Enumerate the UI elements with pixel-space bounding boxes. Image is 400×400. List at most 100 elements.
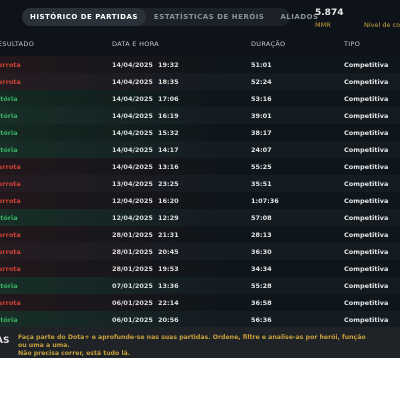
result-cell: errota [0,197,21,205]
date-cell: 14/04/2025 [112,95,153,103]
table-row[interactable]: errota 14/04/2025 19:32 51:01 Competitiva [0,56,400,73]
time-cell: 16:20 [158,197,179,205]
time-cell: 14:17 [158,146,179,154]
type-cell: Competitiva [344,129,389,137]
header-result: ESULTADO [0,40,35,48]
level-label: Nível de co [364,21,400,29]
date-cell: 28/01/2025 [112,248,153,256]
duration-cell: 55:28 [251,282,272,290]
date-cell: 12/04/2025 [112,197,153,205]
date-cell: 12/04/2025 [112,214,153,222]
duration-cell: 34:34 [251,265,272,273]
type-cell: Competitiva [344,61,389,69]
result-cell: errota [0,231,21,239]
type-cell: Competitiva [344,265,389,273]
duration-cell: 36:58 [251,299,272,307]
type-cell: Competitiva [344,163,389,171]
time-cell: 17:06 [158,95,179,103]
type-cell: Competitiva [344,214,389,222]
header-date-time: DATA E HORA [112,40,159,48]
date-cell: 14/04/2025 [112,163,153,171]
date-cell: 06/01/2025 [112,316,153,324]
time-cell: 20:45 [158,248,179,256]
table-row[interactable]: errota 12/04/2025 16:20 1:07:36 Competitiva [0,192,400,209]
time-cell: 19:32 [158,61,179,69]
result-cell: itória [0,95,18,103]
match-list: errota 14/04/2025 19:32 51:01 Competitiva err… [0,56,400,328]
table-row[interactable]: itória 06/01/2025 20:56 56:36 Competitiva [0,311,400,328]
duration-cell: 56:36 [251,316,272,324]
duration-cell: 28:13 [251,231,272,239]
date-cell: 07/01/2025 [112,282,153,290]
duration-cell: 35:51 [251,180,272,188]
banner-line-2: Não precisa correr, está tudo lá. [18,350,131,357]
type-cell: Competitiva [344,299,389,307]
table-row[interactable]: errota 14/04/2025 18:35 52:24 Competitiva [0,73,400,90]
duration-cell: 1:07:36 [251,197,279,205]
date-cell: 13/04/2025 [112,180,153,188]
type-cell: Competitiva [344,180,389,188]
time-cell: 19:53 [158,265,179,273]
result-cell: itória [0,129,18,137]
table-row[interactable]: itória 14/04/2025 15:32 38:17 Competitiva [0,124,400,141]
table-row[interactable]: errota 28/01/2025 20:45 36:30 Competitiva [0,243,400,260]
header-duration: DURAÇÃO [251,40,286,48]
table-row[interactable]: errota 14/04/2025 13:16 55:25 Competitiva [0,158,400,175]
table-row[interactable]: itória 14/04/2025 16:19 39:01 Competitiva [0,107,400,124]
time-cell: 20:56 [158,316,179,324]
table-row[interactable]: errota 13/04/2025 23:25 35:51 Competitiva [0,175,400,192]
time-cell: 16:19 [158,112,179,120]
time-cell: 15:32 [158,129,179,137]
type-cell: Competitiva [344,95,389,103]
result-cell: errota [0,180,21,188]
date-cell: 28/01/2025 [112,265,153,273]
result-cell: errota [0,163,21,171]
type-cell: Competitiva [344,316,389,324]
table-row[interactable]: errota 06/01/2025 22:14 36:58 Competitiva [0,294,400,311]
table-row[interactable]: errota 28/01/2025 21:31 28:13 Competitiva [0,226,400,243]
top-bar: HISTÓRICO DE PARTIDAS ESTATÍSTICAS DE HE… [0,0,400,34]
time-cell: 21:31 [158,231,179,239]
result-cell: itória [0,146,18,154]
time-cell: 18:35 [158,78,179,86]
duration-cell: 52:24 [251,78,272,86]
mmr-label: MMR [315,21,331,29]
table-header: ESULTADO DATA E HORA DURAÇÃO TIPO [0,40,400,52]
result-cell: errota [0,61,21,69]
duration-cell: 55:25 [251,163,272,171]
date-cell: 14/04/2025 [112,61,153,69]
type-cell: Competitiva [344,282,389,290]
type-cell: Competitiva [344,231,389,239]
banner-text: Faça parte do Dota+ e aprofunde-se nas s… [18,334,368,358]
result-cell: errota [0,248,21,256]
table-row[interactable]: itória 14/04/2025 14:17 24:07 Competitiva [0,141,400,158]
time-cell: 22:14 [158,299,179,307]
type-cell: Competitiva [344,146,389,154]
type-cell: Competitiva [344,197,389,205]
duration-cell: 24:07 [251,146,272,154]
table-row[interactable]: itória 07/01/2025 13:36 55:28 Competitiva [0,277,400,294]
tab-match-history[interactable]: HISTÓRICO DE PARTIDAS [22,8,146,26]
time-cell: 12:29 [158,214,179,222]
time-cell: 13:16 [158,163,179,171]
duration-cell: 51:01 [251,61,272,69]
result-cell: errota [0,299,21,307]
date-cell: 14/04/2025 [112,78,153,86]
duration-cell: 38:17 [251,129,272,137]
match-history-screen: HISTÓRICO DE PARTIDAS ESTATÍSTICAS DE HE… [0,0,400,358]
mmr-display: 5.874 MMR [315,8,355,29]
result-cell: itória [0,316,18,324]
type-cell: Competitiva [344,248,389,256]
result-cell: errota [0,78,21,86]
duration-cell: 39:01 [251,112,272,120]
tab-hero-statistics[interactable]: ESTATÍSTICAS DE HERÓIS [146,8,272,26]
table-row[interactable]: errota 28/01/2025 19:53 34:34 Competitiva [0,260,400,277]
table-row[interactable]: itória 14/04/2025 17:06 53:16 Competitiva [0,90,400,107]
duration-cell: 57:08 [251,214,272,222]
time-cell: 23:25 [158,180,179,188]
banner-label: AS [0,336,10,346]
date-cell: 06/01/2025 [112,299,153,307]
banner-line-1: Faça parte do Dota+ e aprofunde-se nas s… [18,334,366,349]
table-row[interactable]: itória 12/04/2025 12:29 57:08 Competitiva [0,209,400,226]
type-cell: Competitiva [344,112,389,120]
